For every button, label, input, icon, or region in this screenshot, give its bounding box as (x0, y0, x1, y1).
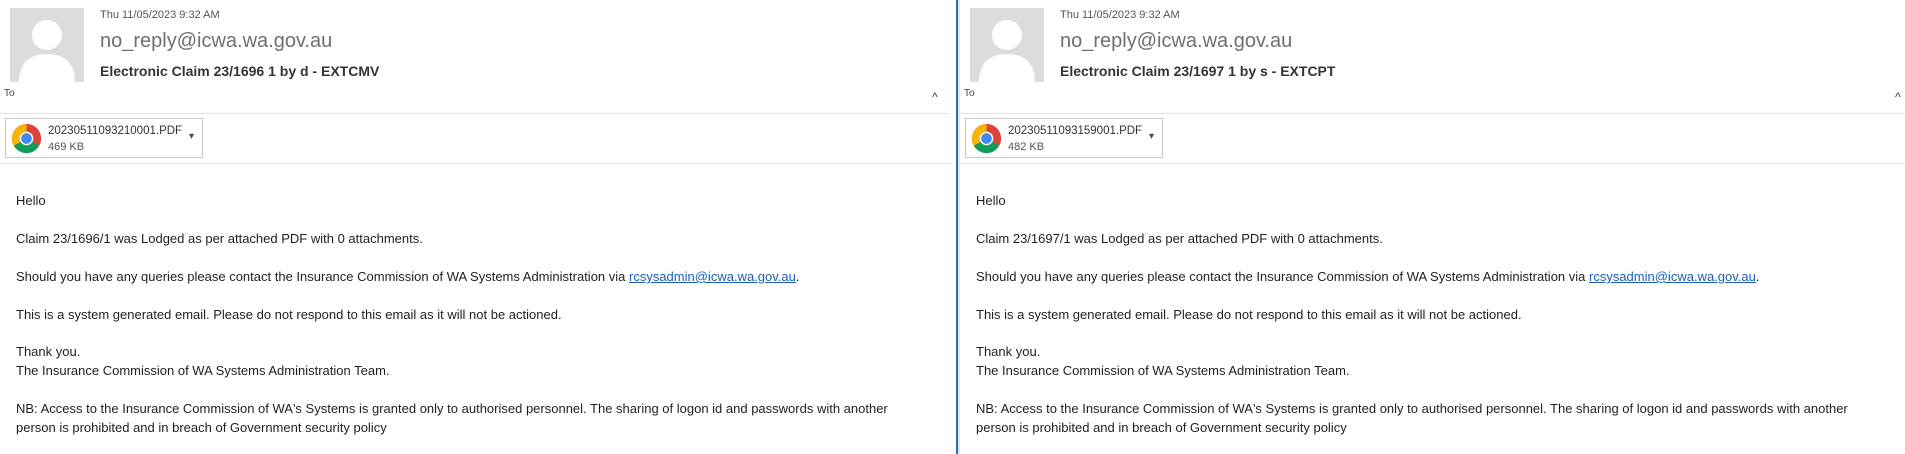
attachment-card[interactable]: 20230511093210001.PDF 469 KB ▾ (5, 118, 203, 158)
nb-text-line-1: NB: Access to the Insurance Commission o… (976, 401, 1848, 416)
email-pane-left: Thu 11/05/2023 9:32 AM no_reply@icwa.wa.… (0, 0, 956, 454)
nb-text-line-2: person is prohibited and in breach of Go… (976, 420, 1347, 435)
collapse-header-chevron-up-icon[interactable]: ^ (932, 90, 938, 104)
claim-text: Claim 23/1697/1 was Lodged as per attach… (976, 231, 1383, 246)
team-signature-text: The Insurance Commission of WA Systems A… (976, 363, 1350, 378)
query-prefix: Should you have any queries please conta… (16, 269, 629, 284)
nb-text-line-1: NB: Access to the Insurance Commission o… (16, 401, 888, 416)
sysadmin-email-link[interactable]: rcsysadmin@icwa.wa.gov.au (1589, 269, 1756, 284)
query-text: Should you have any queries please conta… (976, 267, 1759, 286)
query-text: Should you have any queries please conta… (16, 267, 799, 286)
sender-avatar-icon (970, 8, 1044, 82)
sender-avatar-icon (10, 8, 84, 82)
header-divider (960, 113, 1905, 114)
attachment-size: 469 KB (48, 141, 85, 153)
email-subject: Electronic Claim 23/1697 1 by s - EXTCPT (1060, 63, 1336, 79)
attachment-dropdown-chevron-down-icon[interactable]: ▾ (1149, 131, 1154, 142)
thanks-text: Thank you. (976, 344, 1041, 359)
chrome-icon (11, 123, 42, 154)
attachment-dropdown-chevron-down-icon[interactable]: ▾ (189, 131, 194, 142)
sender-address[interactable]: no_reply@icwa.wa.gov.au (1060, 30, 1292, 53)
email-date: Thu 11/05/2023 9:32 AM (100, 9, 220, 21)
attachment-filename: 20230511093159001.PDF (1008, 125, 1143, 137)
header-divider (0, 113, 950, 114)
to-label: To (4, 88, 15, 99)
to-label: To (964, 88, 975, 99)
email-subject: Electronic Claim 23/1696 1 by d - EXTCMV (100, 63, 380, 79)
email-date: Thu 11/05/2023 9:32 AM (1060, 9, 1180, 21)
sysadmin-email-link[interactable]: rcsysadmin@icwa.wa.gov.au (629, 269, 796, 284)
collapse-header-chevron-up-icon[interactable]: ^ (1895, 90, 1901, 104)
system-note-text: This is a system generated email. Please… (976, 307, 1522, 322)
chrome-icon (971, 123, 1002, 154)
attachment-card[interactable]: 20230511093159001.PDF 482 KB ▾ (965, 118, 1163, 158)
greeting-text: Hello (16, 193, 46, 208)
query-prefix: Should you have any queries please conta… (976, 269, 1589, 284)
thanks-text: Thank you. (16, 344, 81, 359)
attachment-divider (960, 163, 1905, 164)
team-signature-text: The Insurance Commission of WA Systems A… (16, 363, 390, 378)
attachment-divider (0, 163, 950, 164)
greeting-text: Hello (976, 193, 1006, 208)
system-note-text: This is a system generated email. Please… (16, 307, 562, 322)
query-suffix: . (795, 269, 800, 284)
sender-address[interactable]: no_reply@icwa.wa.gov.au (100, 30, 332, 53)
query-suffix: . (1755, 269, 1760, 284)
email-pane-right: Thu 11/05/2023 9:32 AM no_reply@icwa.wa.… (960, 0, 1905, 454)
attachment-filename: 20230511093210001.PDF (48, 125, 183, 137)
claim-text: Claim 23/1696/1 was Lodged as per attach… (16, 231, 423, 246)
nb-text-line-2: person is prohibited and in breach of Go… (16, 420, 387, 435)
attachment-size: 482 KB (1008, 141, 1045, 153)
